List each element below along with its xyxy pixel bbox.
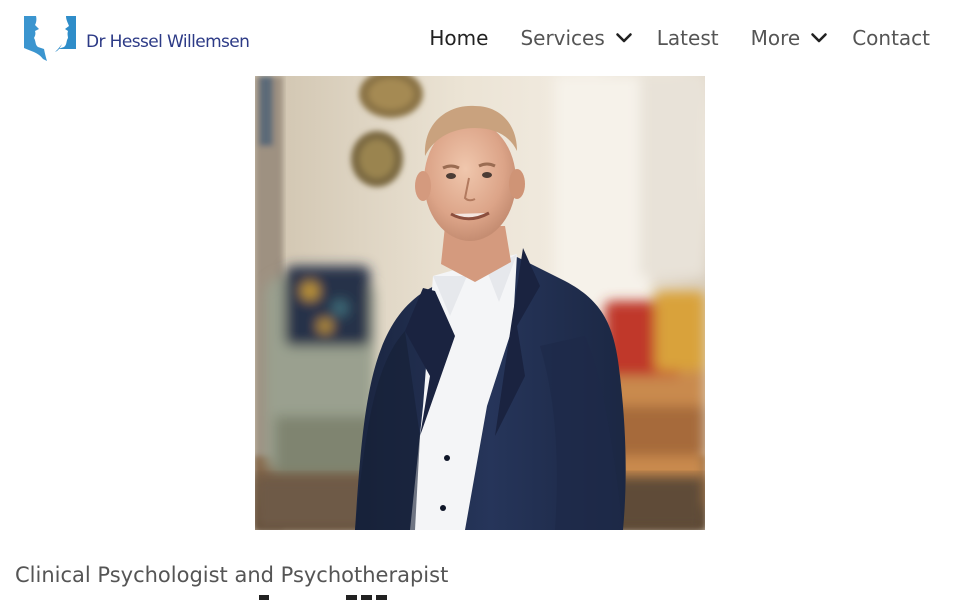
profile-silhouette-logo-icon — [22, 14, 78, 62]
page-subtitle: Clinical Psychologist and Psychotherapis… — [15, 563, 449, 587]
nav-item-contact[interactable]: Contact — [852, 26, 930, 50]
chevron-down-icon[interactable] — [615, 29, 633, 47]
nav-item-label: Home — [429, 26, 489, 50]
chevron-down-icon[interactable] — [810, 29, 828, 47]
nav-item-label: Latest — [656, 26, 719, 50]
nav-item-label: Services — [520, 26, 605, 50]
nav-item-label: More — [750, 26, 801, 50]
page: Dr Hessel Willemsen Home Services Latest… — [0, 0, 960, 600]
site-header: Dr Hessel Willemsen Home Services Latest… — [0, 0, 960, 76]
nav-item-services[interactable]: Services — [520, 26, 632, 50]
nav-item-label: Contact — [852, 26, 930, 50]
nav-item-home[interactable]: Home — [429, 26, 488, 50]
page-title-clipped — [0, 591, 960, 600]
nav-item-latest[interactable]: Latest — [657, 26, 719, 50]
nav-item-more[interactable]: More — [751, 26, 829, 50]
portrait-photo — [255, 76, 705, 530]
site-logo-text: Dr Hessel Willemsen — [86, 32, 250, 52]
site-logo-link[interactable]: Dr Hessel Willemsen — [22, 14, 262, 62]
main-nav: Home Services Latest More Contact — [429, 24, 930, 52]
